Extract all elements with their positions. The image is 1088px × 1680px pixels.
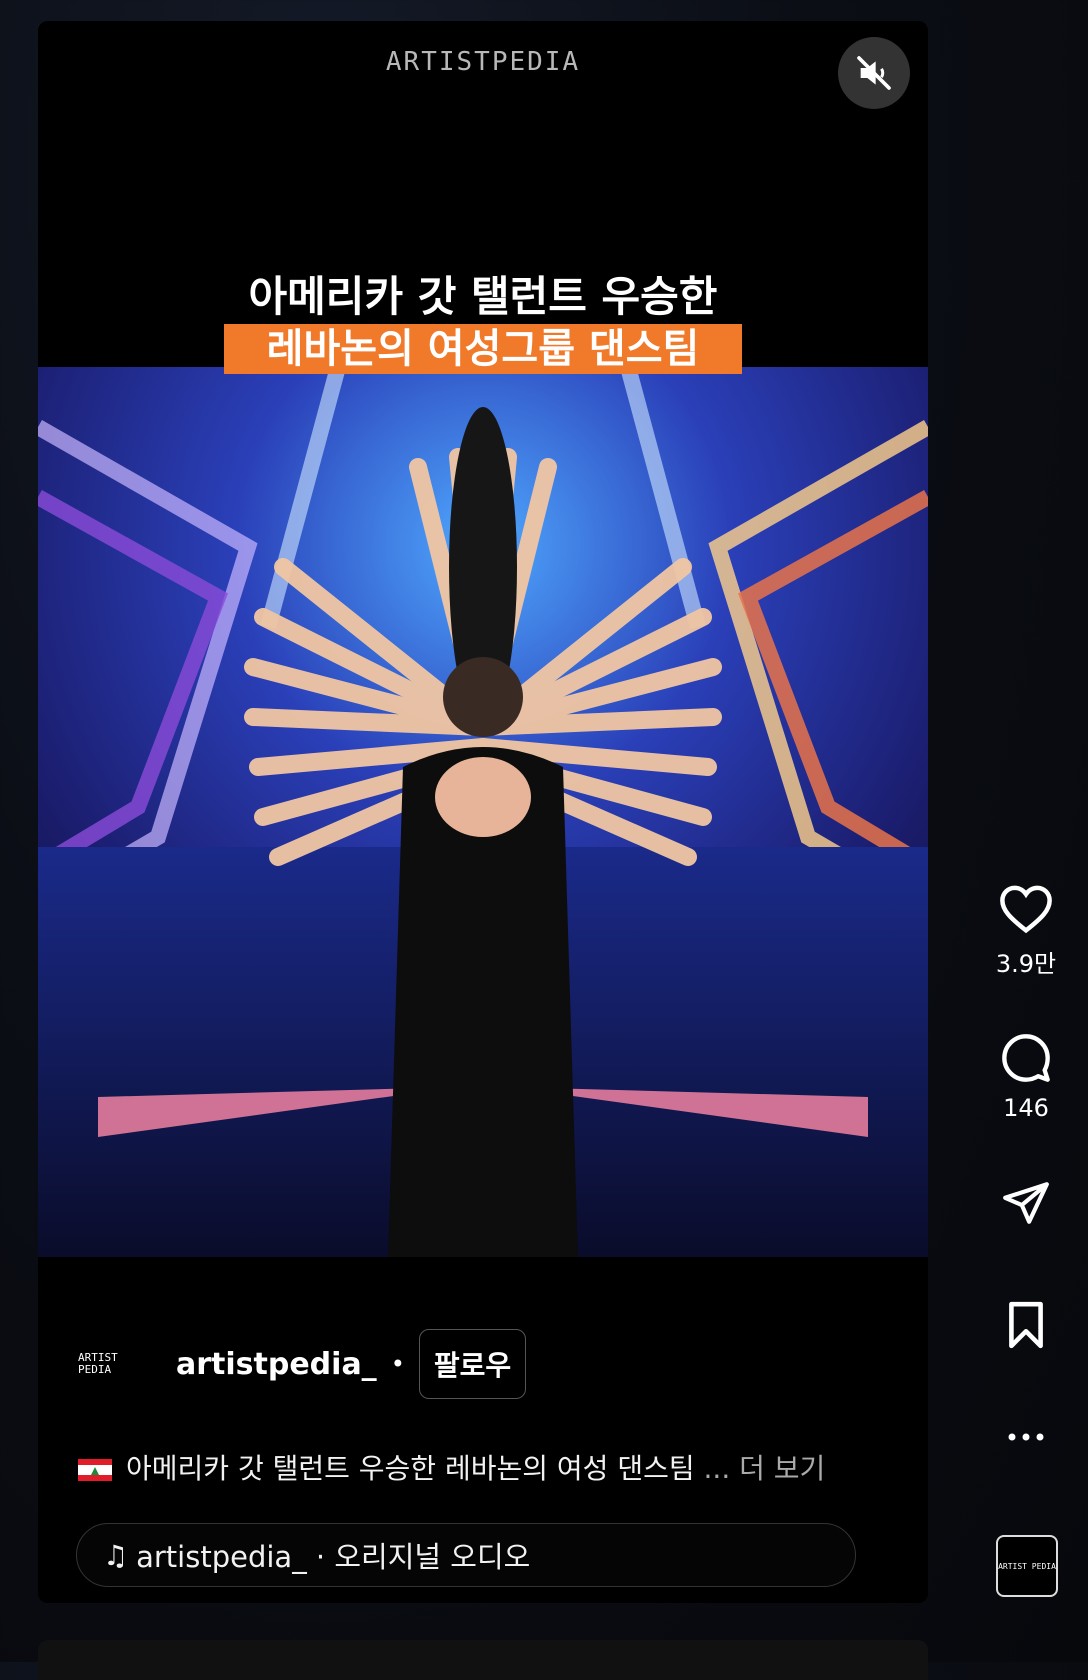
like-button[interactable]: 3.9만 — [990, 884, 1062, 979]
video-caption-line2: 레바논의 여성그룹 댄스팀 — [224, 324, 742, 374]
video-watermark: ARTISTPEDIA — [385, 47, 581, 77]
comment-count: 146 — [1003, 1094, 1049, 1122]
audio-thumbnail[interactable]: ARTIST PEDIA — [996, 1535, 1058, 1597]
audio-text: artistpedia_ · 오리지널 오디오 — [136, 1540, 531, 1574]
music-note-icon: ♫ — [103, 1538, 129, 1572]
post-description: 아메리카 갓 탤런트 우승한 레바논의 여성 댄스팀 ... 더 보기 — [78, 1447, 825, 1487]
save-button[interactable] — [990, 1300, 1062, 1350]
reel-card: 아메리카 갓 탤런트 우승한 레바논의 여성그룹 댄스팀 ARTISTPEDIA… — [38, 21, 928, 1603]
comment-button[interactable]: 146 — [990, 1032, 1062, 1122]
comment-bubble-icon — [1002, 1034, 1050, 1082]
video-frame — [38, 367, 928, 1257]
bookmark-icon — [1009, 1301, 1043, 1349]
description-text: 아메리카 갓 탤런트 우승한 레바논의 여성 댄스팀 — [126, 1452, 695, 1485]
video-caption-line1: 아메리카 갓 탤런트 우승한 — [248, 272, 718, 321]
speaker-muted-icon — [857, 56, 891, 90]
username-link[interactable]: artistpedia_ — [176, 1347, 377, 1382]
audio-link[interactable]: ♫ artistpedia_ · 오리지널 오디오 — [76, 1523, 856, 1587]
share-button[interactable] — [990, 1178, 1062, 1228]
more-link[interactable]: ... 더 보기 — [704, 1452, 826, 1485]
lebanon-flag-icon — [78, 1459, 112, 1481]
heart-icon — [1000, 885, 1052, 934]
next-reel-preview — [38, 1640, 928, 1680]
more-dots-icon — [1008, 1433, 1044, 1441]
mute-toggle-button[interactable] — [838, 37, 910, 109]
send-icon — [1003, 1182, 1049, 1224]
video-player[interactable]: 아메리카 갓 탤런트 우승한 레바논의 여성그룹 댄스팀 ARTISTPEDIA — [38, 21, 928, 1257]
post-info: ARTIST PEDIA artistpedia_ • 팔로우 아메리카 갓 탤… — [38, 1257, 928, 1603]
separator-dot: • — [390, 1350, 405, 1378]
follow-button[interactable]: 팔로우 — [418, 1329, 527, 1399]
more-options-button[interactable] — [990, 1430, 1062, 1444]
author-row: ARTIST PEDIA artistpedia_ • 팔로우 — [78, 1329, 527, 1399]
avatar[interactable]: ARTIST PEDIA — [78, 1329, 148, 1399]
like-count: 3.9만 — [995, 950, 1057, 978]
